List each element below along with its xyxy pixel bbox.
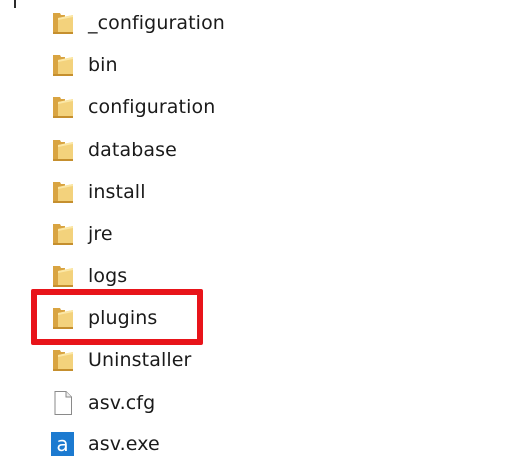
file-name: configuration: [88, 96, 216, 118]
file-row-configuration-underscore[interactable]: _configuration: [50, 7, 470, 39]
file-row-configuration[interactable]: configuration: [50, 91, 470, 123]
folder-icon: [50, 94, 76, 120]
file-name: jre: [88, 223, 113, 245]
highlight-box: [31, 289, 203, 345]
folder-icon: [50, 221, 76, 247]
file-name: bin: [88, 54, 118, 76]
file-row-asv-cfg[interactable]: asv.cfg: [50, 387, 470, 419]
file-name: asv.exe: [88, 433, 160, 455]
folder-icon: [50, 137, 76, 163]
file-row-database[interactable]: database: [50, 134, 470, 166]
document-icon: [50, 390, 76, 416]
file-row-bin[interactable]: bin: [50, 49, 470, 81]
file-name: database: [88, 139, 177, 161]
folder-icon: [50, 10, 76, 36]
folder-icon: [50, 263, 76, 289]
window-edge: [14, 0, 16, 8]
folder-icon: [50, 179, 76, 205]
file-row-uninstaller[interactable]: Uninstaller: [50, 344, 470, 376]
app-icon: a: [50, 431, 76, 457]
file-row-logs[interactable]: logs: [50, 260, 470, 292]
file-name: Uninstaller: [88, 349, 192, 371]
file-row-install[interactable]: install: [50, 176, 470, 208]
file-row-jre[interactable]: jre: [50, 218, 470, 250]
file-name: _configuration: [88, 12, 225, 34]
file-name: asv.cfg: [88, 392, 156, 414]
file-name: install: [88, 181, 146, 203]
svg-text:a: a: [56, 432, 68, 456]
file-row-asv-exe[interactable]: a asv.exe: [50, 428, 470, 460]
folder-icon: [50, 347, 76, 373]
file-list: _configuration bin configuration databas…: [0, 0, 529, 462]
file-name: logs: [88, 265, 128, 287]
folder-icon: [50, 52, 76, 78]
